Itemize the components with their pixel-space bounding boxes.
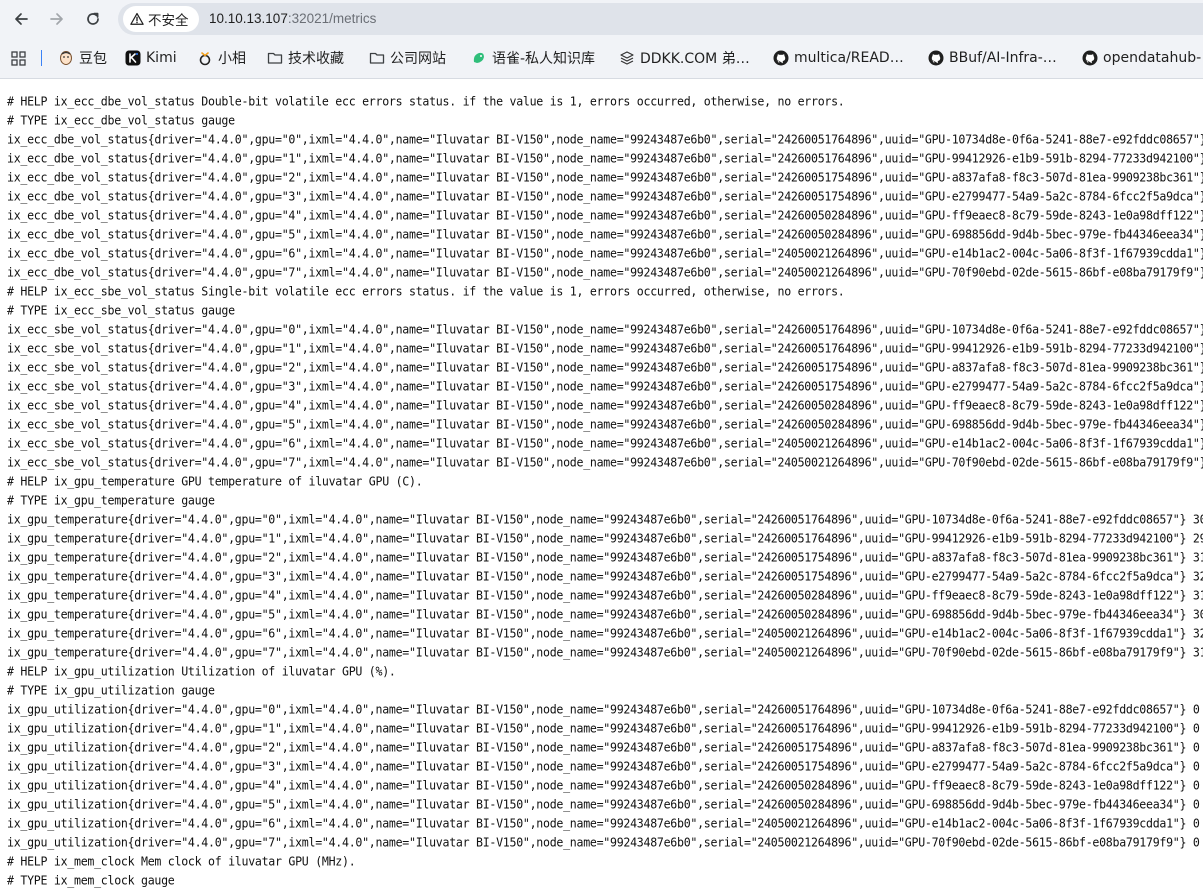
metric-type-line: # TYPE ix_mem_clock gauge [7, 872, 175, 888]
warning-triangle-icon [130, 12, 144, 25]
metric-help-line: # HELP ix_gpu_utilization Utilization of… [7, 663, 396, 679]
metric-help-line: # HELP ix_ecc_sbe_vol_status Single-bit … [7, 283, 845, 299]
github-icon [928, 50, 944, 66]
bookmark-opendatahub[interactable]: opendatahub- [1082, 47, 1201, 69]
bookmark-label: 技术收藏 [288, 51, 344, 67]
url-host: 10.10.13.107 [209, 11, 288, 26]
metric-help-line: # HELP ix_ecc_dbe_vol_status Double-bit … [7, 93, 845, 109]
reload-button[interactable] [79, 5, 107, 33]
bookmark-yuque[interactable]: 语雀-私人知识库 [471, 47, 595, 69]
apps-grid-icon[interactable] [11, 51, 26, 66]
metric-line: ix_gpu_utilization{driver="4.4.0",gpu="6… [7, 815, 1200, 831]
metric-line: ix_gpu_utilization{driver="4.4.0",gpu="2… [7, 739, 1200, 755]
stack-icon [620, 51, 634, 65]
metric-line: ix_gpu_temperature{driver="4.4.0",gpu="5… [7, 606, 1203, 622]
metric-line: ix_gpu_utilization{driver="4.4.0",gpu="5… [7, 796, 1200, 812]
metric-line: ix_ecc_dbe_vol_status{driver="4.4.0",gpu… [7, 169, 1203, 185]
metric-type-line: # TYPE ix_gpu_utilization gauge [7, 682, 215, 698]
arrow-right-icon [50, 13, 63, 25]
metric-line: ix_ecc_sbe_vol_status{driver="4.4.0",gpu… [7, 321, 1203, 337]
metric-line: ix_gpu_temperature{driver="4.4.0",gpu="0… [7, 511, 1203, 527]
folder-icon [369, 52, 385, 64]
metric-line: ix_ecc_dbe_vol_status{driver="4.4.0",gpu… [7, 264, 1203, 280]
metric-line: ix_gpu_temperature{driver="4.4.0",gpu="7… [7, 644, 1203, 660]
metric-type-line: # TYPE ix_ecc_dbe_vol_status gauge [7, 112, 235, 128]
metric-line: ix_ecc_sbe_vol_status{driver="4.4.0",gpu… [7, 378, 1203, 394]
forward-button[interactable] [43, 5, 71, 33]
bookmark-multica[interactable]: multica/READ… [773, 47, 904, 69]
metric-line: ix_gpu_temperature{driver="4.4.0",gpu="2… [7, 549, 1203, 565]
bookmark-label: 语雀-私人知识库 [492, 51, 596, 67]
metric-line: ix_ecc_sbe_vol_status{driver="4.4.0",gpu… [7, 454, 1203, 470]
bookmark-folder-tech[interactable]: 技术收藏 [267, 47, 344, 69]
metric-line: ix_gpu_utilization{driver="4.4.0",gpu="1… [7, 720, 1200, 736]
metric-line: ix_gpu_temperature{driver="4.4.0",gpu="3… [7, 568, 1203, 584]
bookmark-folder-company[interactable]: 公司网站 [369, 47, 446, 69]
browser-toolbar: 不安全 10.10.13.107:32021/metrics [0, 0, 1203, 38]
metrics-text: # HELP ix_ecc_dbe_vol_status Double-bit … [0, 90, 1203, 892]
security-chip[interactable]: 不安全 [123, 6, 199, 32]
metric-line: ix_ecc_dbe_vol_status{driver="4.4.0",gpu… [7, 150, 1203, 166]
metric-line: ix_ecc_dbe_vol_status{driver="4.4.0",gpu… [7, 188, 1203, 204]
metric-type-line: # TYPE ix_gpu_temperature gauge [7, 492, 215, 508]
bookmark-label: multica/READ… [794, 50, 904, 66]
metric-line: ix_gpu_temperature{driver="4.4.0",gpu="1… [7, 530, 1203, 546]
bookmark-label: Kimi [146, 50, 177, 66]
kimi-icon [125, 50, 141, 66]
back-button[interactable] [7, 5, 35, 33]
url-text[interactable]: 10.10.13.107:32021/metrics [209, 11, 376, 26]
arrow-left-icon [15, 13, 28, 25]
metric-line: ix_gpu_temperature{driver="4.4.0",gpu="4… [7, 587, 1203, 603]
metric-line: ix_gpu_utilization{driver="4.4.0",gpu="3… [7, 758, 1200, 774]
bookmark-label: 小相 [218, 51, 246, 67]
security-label: 不安全 [148, 13, 189, 29]
metric-line: ix_ecc_sbe_vol_status{driver="4.4.0",gpu… [7, 340, 1203, 356]
bookmark-label: opendatahub- [1103, 50, 1202, 66]
url-path: :32021/metrics [287, 11, 377, 26]
metric-help-line: # HELP ix_gpu_temperature GPU temperatur… [7, 473, 423, 489]
bookmark-label: 公司网站 [390, 51, 446, 67]
metric-line: ix_gpu_utilization{driver="4.4.0",gpu="4… [7, 777, 1200, 793]
xiaoxiang-icon [199, 52, 211, 66]
metric-type-line: # TYPE ix_ecc_sbe_vol_status gauge [7, 302, 235, 318]
metric-line: ix_ecc_dbe_vol_status{driver="4.4.0",gpu… [7, 207, 1203, 223]
metric-line: ix_ecc_dbe_vol_status{driver="4.4.0",gpu… [7, 245, 1203, 261]
bookmark-xiaoxiang[interactable]: 小相 [197, 47, 246, 69]
bookmark-label: BBuf/AI-Infra-… [949, 50, 1057, 66]
metric-line: ix_ecc_sbe_vol_status{driver="4.4.0",gpu… [7, 397, 1203, 413]
reload-icon [87, 12, 99, 25]
metric-line: ix_gpu_utilization{driver="4.4.0",gpu="7… [7, 834, 1200, 850]
folder-icon [267, 52, 283, 64]
bookmark-ddkk[interactable]: DDKK.COM 弟… [619, 47, 750, 69]
bookmark-label: DDKK.COM 弟… [640, 51, 750, 67]
bookmark-label: 豆包 [79, 51, 107, 67]
metric-line: ix_ecc_sbe_vol_status{driver="4.4.0",gpu… [7, 435, 1203, 451]
metric-line: ix_ecc_dbe_vol_status{driver="4.4.0",gpu… [7, 131, 1203, 147]
github-icon [1082, 50, 1098, 66]
metric-line: ix_gpu_utilization{driver="4.4.0",gpu="0… [7, 701, 1200, 717]
bookmarks-bar: 豆包 Kimi 小相 技术收藏 公司网站 语雀-私人知识库 DDKK.COM 弟… [0, 38, 1203, 79]
address-bar[interactable]: 不安全 10.10.13.107:32021/metrics [118, 3, 1203, 35]
bookmarks-separator [41, 50, 42, 66]
bookmark-bbuf[interactable]: BBuf/AI-Infra-… [928, 47, 1057, 69]
metric-line: ix_ecc_sbe_vol_status{driver="4.4.0",gpu… [7, 359, 1203, 375]
metric-line: ix_gpu_temperature{driver="4.4.0",gpu="6… [7, 625, 1203, 641]
metric-help-line: # HELP ix_mem_clock Mem clock of iluvata… [7, 853, 356, 869]
bookmark-doubao[interactable]: 豆包 [58, 47, 107, 69]
metric-line: ix_ecc_sbe_vol_status{driver="4.4.0",gpu… [7, 416, 1203, 432]
yuque-icon [473, 52, 484, 63]
bookmark-kimi[interactable]: Kimi [125, 47, 177, 69]
metric-line: ix_ecc_dbe_vol_status{driver="4.4.0",gpu… [7, 226, 1203, 242]
github-icon [773, 50, 789, 66]
doubao-icon [60, 51, 72, 65]
